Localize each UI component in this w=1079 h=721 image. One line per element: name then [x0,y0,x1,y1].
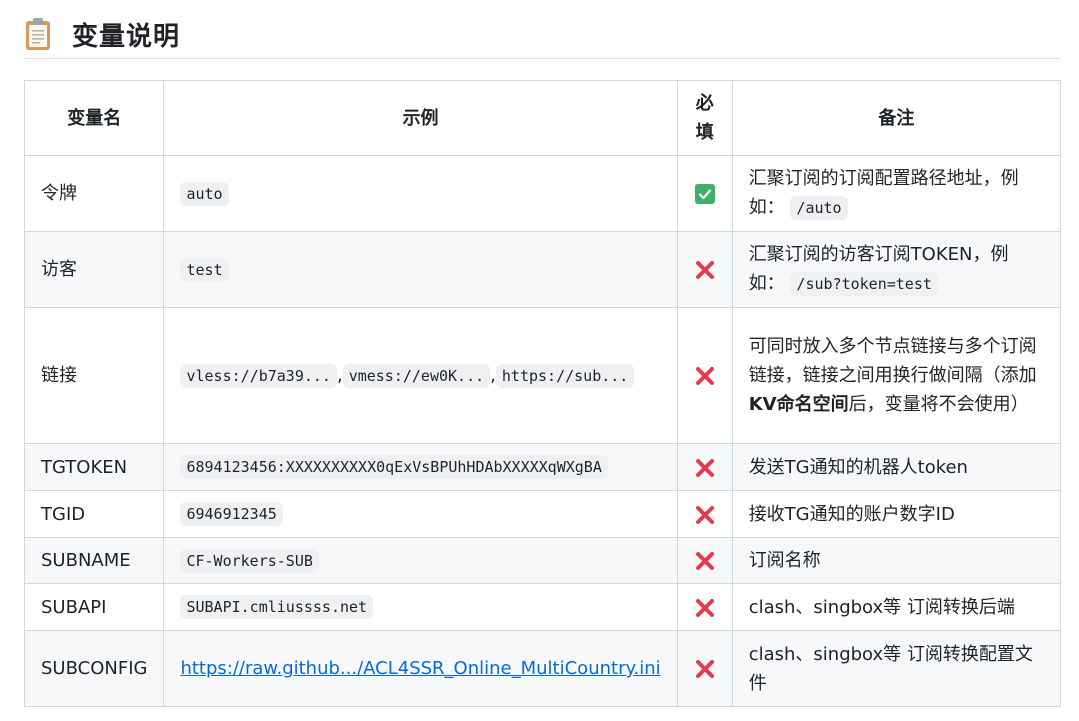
required-cell [676,583,733,631]
example-cell: vless://b7a39..., vmess://ew0K..., https:/… [163,307,678,444]
example-code: auto [180,181,229,206]
note-code: /auto [790,196,848,220]
cross-mark-icon [694,457,716,479]
note-cell: 订阅名称 [731,537,1062,584]
table-row: 访客 test 汇聚订阅的访客订阅TOKEN，例如： /sub?token=te… [23,231,1062,308]
note-cell: 接收TG通知的账户数字ID [731,490,1062,538]
check-mark-icon [694,184,715,204]
example-cell: test [163,231,678,308]
header-note: 备注 [731,80,1062,156]
table-row: 令牌 auto 汇聚订阅的订阅配置路径地址，例如： /auto [23,155,1062,232]
example-cell: CF-Workers-SUB [163,537,678,584]
required-cell [676,443,733,491]
variable-name: TGTOKEN [23,443,165,491]
table-row: SUBAPI SUBAPI.cmliussss.net clash、singbo… [23,583,1062,631]
required-cell [676,155,733,232]
example-cell: https://raw.github.../ACL4SSR_Online_Mul… [163,630,678,707]
note-cell: 发送TG通知的机器人token [731,443,1062,491]
example-code: https://sub... [495,363,635,388]
example-cell: auto [163,155,678,232]
table-row: SUBNAME CF-Workers-SUB 订阅名称 [23,537,1062,584]
subconfig-link[interactable]: https://raw.github.../ACL4SSR_Online_Mul… [180,658,660,679]
note-text: 后，变量将不会使用） [848,394,1029,415]
example-code: vless://b7a39... [180,363,337,388]
example-cell: 6946912345 [163,490,678,538]
required-cell [676,630,733,707]
note-cell: 可同时放入多个节点链接与多个订阅链接，链接之间用换行做间隔（添加 KV命名空间后，… [731,307,1062,444]
note-cell: 汇聚订阅的订阅配置路径地址，例如： /auto [731,155,1062,232]
variable-name: SUBCONFIG [23,630,165,707]
header-required: 必填 [676,80,733,156]
cross-mark-icon [694,365,716,387]
table-row: SUBCONFIG https://raw.github.../ACL4SSR_… [23,630,1062,707]
required-cell [676,490,733,538]
section-title: 变量说明 [72,21,181,52]
required-cell [676,231,733,308]
required-cell [676,537,733,584]
example-code: 6894123456:XXXXXXXXXX0qExVsBPUhHDAbXXXXX… [180,455,608,479]
clipboard-icon [24,14,58,54]
example-code: vmess://ew0K... [342,363,491,388]
example-code: SUBAPI.cmliussss.net [180,595,374,619]
example-code: test [180,257,229,282]
header-name: 变量名 [23,80,165,156]
cross-mark-icon [694,658,716,680]
cross-mark-icon [694,504,716,526]
cross-mark-icon [694,259,716,281]
note-cell: 汇聚订阅的访客订阅TOKEN，例如： /sub?token=test [731,231,1062,308]
separator: , [336,364,343,386]
section-heading: 变量说明 [24,10,1061,59]
variable-name: TGID [23,490,165,538]
variable-name: 链接 [23,307,165,444]
required-cell [676,307,733,444]
table-row: TGID 6946912345 接收TG通知的账户数字ID [23,490,1062,538]
variable-name: 令牌 [23,155,165,232]
variable-name: SUBNAME [23,537,165,584]
note-text: 可同时放入多个节点链接与多个订阅链接，链接之间用换行做间隔（添加 [748,336,1037,386]
cross-mark-icon [694,550,716,572]
variables-table: 变量名 示例 必填 备注 令牌 auto 汇聚订阅的订阅配置路径地址，例如： /… [23,80,1062,707]
note-cell: clash、singbox等 订阅转换后端 [731,583,1062,631]
table-row: 链接 vless://b7a39..., vmess://ew0K..., http… [23,307,1062,444]
cross-mark-icon [694,597,716,619]
example-cell: 6894123456:XXXXXXXXXX0qExVsBPUhHDAbXXXXX… [163,443,678,491]
example-cell: SUBAPI.cmliussss.net [163,583,678,631]
example-code: 6946912345 [180,502,283,526]
example-code: CF-Workers-SUB [180,548,319,573]
variable-name: SUBAPI [23,583,165,631]
table-header-row: 变量名 示例 必填 备注 [23,80,1062,156]
header-example: 示例 [163,80,678,156]
variable-name: 访客 [23,231,165,308]
note-code: /sub?token=test [790,272,938,296]
note-bold: KV命名空间 [748,394,849,415]
table-row: TGTOKEN 6894123456:XXXXXXXXXX0qExVsBPUhH… [23,443,1062,491]
note-cell: clash、singbox等 订阅转换配置文件 [731,630,1062,707]
